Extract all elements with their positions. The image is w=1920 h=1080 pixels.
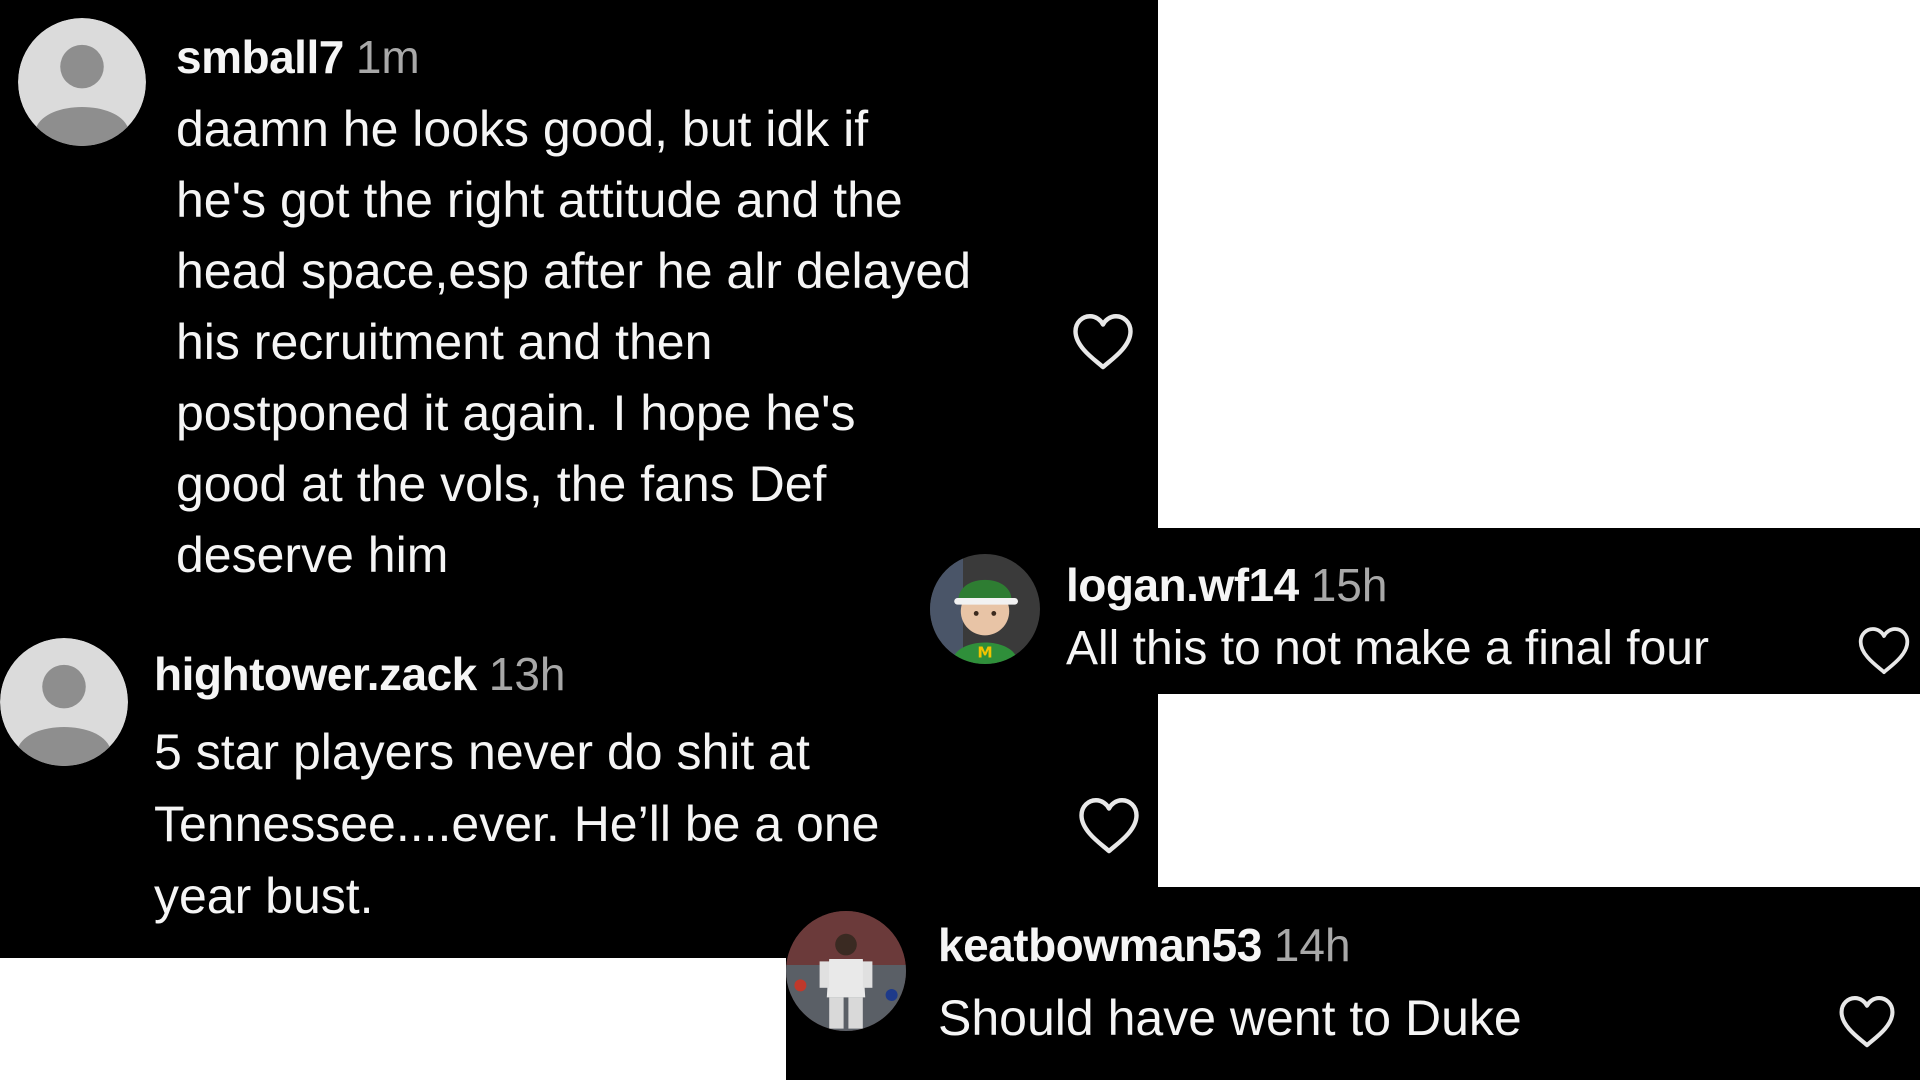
comment-text: daamn he looks good, but idk if he's got… — [176, 101, 971, 583]
username-link[interactable]: smball7 — [176, 31, 344, 83]
svg-text:M: M — [977, 643, 992, 661]
comment-header: logan.wf14 15h — [1066, 558, 1387, 612]
comment-text: Should have went to Duke — [938, 990, 1522, 1046]
comment-header: keatbowman53 14h — [938, 917, 1351, 973]
heart-outline-icon[interactable] — [1836, 993, 1898, 1049]
baseball-player-photo-avatar[interactable] — [786, 911, 906, 1031]
username-link[interactable]: logan.wf14 — [1066, 559, 1299, 611]
timestamp: 13h — [488, 648, 566, 700]
timestamp: 15h — [1310, 559, 1388, 611]
timestamp: 1m — [355, 31, 420, 83]
comment-card: M logan.wf14 15h All this to not make a f… — [926, 528, 1920, 694]
heart-outline-icon[interactable] — [1070, 310, 1136, 372]
comment-text: All this to not make a final four — [1066, 622, 1709, 675]
timestamp: 14h — [1273, 919, 1351, 971]
default-avatar-icon[interactable] — [0, 638, 128, 766]
comment-header: smball7 1m — [176, 30, 420, 84]
child-photo-avatar[interactable]: M — [930, 554, 1040, 664]
heart-outline-icon[interactable] — [1076, 794, 1142, 856]
username-link[interactable]: keatbowman53 — [938, 919, 1262, 971]
username-link[interactable]: hightower.zack — [154, 648, 477, 700]
default-avatar-icon[interactable] — [18, 18, 146, 146]
comment-header: hightower.zack 13h — [154, 646, 566, 702]
heart-outline-icon[interactable] — [1856, 624, 1912, 676]
comment-card: keatbowman53 14h Should have went to Duke — [786, 887, 1920, 1080]
